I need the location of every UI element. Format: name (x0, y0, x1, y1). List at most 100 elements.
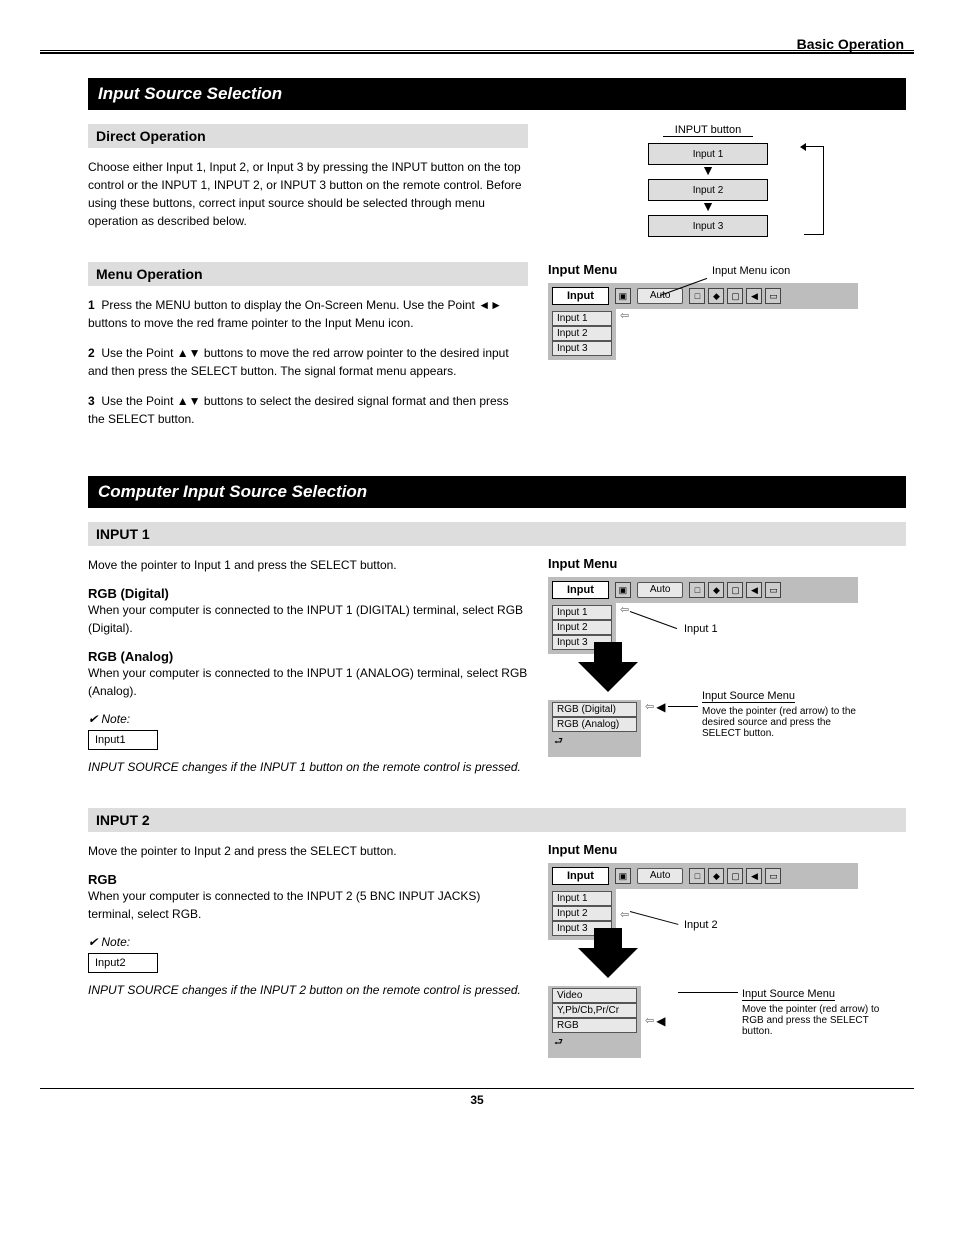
callout-3: Input 2 (684, 919, 718, 931)
menu-top-3: Input ▣ Auto □ ◆ ▢ ◀ ▭ (548, 863, 858, 889)
note-box-2: Input2 (88, 953, 158, 973)
callout-line-2 (630, 611, 677, 629)
input-menu-widget-1: Input ▣ Auto □ ◆ ▢ ◀ ▭ Input 1 Input 2 (548, 283, 858, 360)
icon3-c[interactable]: ▢ (727, 868, 743, 884)
rgb-digital-body: When your computer is connected to the I… (88, 601, 528, 637)
bar-computer-input: Computer Input Source Selection (88, 476, 906, 508)
submenu-label-1: Input Source Menu (702, 690, 795, 703)
header-rule (40, 50, 914, 54)
note-label-1: ✔ Note: (88, 712, 528, 726)
input1-heading: INPUT 1 (88, 522, 906, 546)
input2-intro: Move the pointer to Input 2 and press th… (88, 842, 528, 860)
m2-item2[interactable]: Input 2 (552, 620, 612, 635)
sub2-item3[interactable]: RGB (552, 1018, 637, 1033)
callout-line-3 (668, 706, 698, 707)
icon2-b[interactable]: ◆ (708, 582, 724, 598)
icon3-a[interactable]: □ (689, 868, 705, 884)
step1-text: Press the MENU button to display the On-… (88, 298, 502, 330)
menu-top-2: Input ▣ Auto □ ◆ ▢ ◀ ▭ (548, 577, 858, 603)
submenu-callout-2: Move the pointer (red arrow) to RGB and … (742, 1004, 882, 1037)
menu-list-1: Input 1 Input 2 Input 3 (548, 309, 616, 360)
icon-e[interactable]: ▭ (765, 288, 781, 304)
menu-item-input3[interactable]: Input 3 (552, 341, 612, 356)
note-body-2: INPUT SOURCE changes if the INPUT 2 butt… (88, 981, 528, 999)
input-icon-3[interactable]: ▣ (615, 868, 631, 884)
section-header: Basic Operation (797, 36, 904, 52)
sub1-item2[interactable]: RGB (Analog) (552, 717, 637, 732)
input2-row: Move the pointer to Input 2 and press th… (88, 842, 906, 1058)
step3-text: Use the Point ▲▼ buttons to select the d… (88, 394, 509, 426)
input-menu-title-3: Input Menu (548, 842, 906, 857)
menu-item-input2[interactable]: Input 2 (552, 326, 612, 341)
icon-c[interactable]: ▢ (727, 288, 743, 304)
icon-d[interactable]: ◀ (746, 288, 762, 304)
sub2-item1[interactable]: Video (552, 988, 637, 1003)
back-icon-2[interactable]: ⮐ (552, 1033, 637, 1054)
bar-input-source: Input Source Selection (88, 78, 906, 110)
submenu-list-2: Video Y,Pb/Cb,Pr/Cr RGB ⮐ (548, 986, 641, 1058)
toolbar-icons-2: □ ◆ ▢ ◀ ▭ (689, 582, 781, 598)
direct-operation-heading: Direct Operation (88, 124, 528, 148)
input-icon[interactable]: ▣ (615, 288, 631, 304)
toolbar-icons-1: □ ◆ ▢ ◀ ▭ (689, 288, 781, 304)
icon3-d[interactable]: ◀ (746, 868, 762, 884)
flow-loop (804, 146, 824, 235)
menu-operation-heading: Menu Operation (88, 262, 528, 286)
menu-step-3: 3 Use the Point ▲▼ buttons to select the… (88, 392, 528, 428)
flow-label: INPUT button (663, 124, 753, 137)
input1-row: Move the pointer to Input 1 and press th… (88, 556, 906, 788)
flow-arrow-2: ▼ (608, 201, 808, 215)
page-number: 35 (470, 1093, 483, 1107)
callout-line-4 (630, 911, 679, 925)
m3-item1[interactable]: Input 1 (552, 891, 612, 906)
flow-arrow-1: ▼ (608, 165, 808, 179)
submenu-callout-1: Move the pointer (red arrow) to the desi… (702, 706, 862, 739)
menu-step-2: 2 Use the Point ▲▼ buttons to move the r… (88, 344, 528, 380)
pointer-arrow-sub2: ⇦ (645, 1014, 654, 1027)
auto-pill-3[interactable]: Auto (637, 868, 684, 884)
note-label-2: ✔ Note: (88, 935, 528, 949)
rgb-analog-body: When your computer is connected to the I… (88, 664, 528, 700)
input-menu-title-2: Input Menu (548, 556, 906, 571)
back-icon-1[interactable]: ⮐ (552, 732, 637, 753)
icon2-d[interactable]: ◀ (746, 582, 762, 598)
callout-2: Input 1 (684, 623, 718, 635)
input-icon-2[interactable]: ▣ (615, 582, 631, 598)
icon3-b[interactable]: ◆ (708, 868, 724, 884)
flow-diagram: INPUT button Input 1 ▼ Input 2 ▼ Input 3 (608, 124, 808, 237)
note-box-1: Input1 (88, 730, 158, 750)
sub2-item2[interactable]: Y,Pb/Cb,Pr/Cr (552, 1003, 637, 1018)
menu-top-1: Input ▣ Auto □ ◆ ▢ ◀ ▭ (548, 283, 858, 309)
step2-text: Use the Point ▲▼ buttons to move the red… (88, 346, 509, 378)
icon2-e[interactable]: ▭ (765, 582, 781, 598)
direct-operation-body: Choose either Input 1, Input 2, or Input… (88, 158, 528, 230)
icon2-a[interactable]: □ (689, 582, 705, 598)
toolbar-icons-3: □ ◆ ▢ ◀ ▭ (689, 868, 781, 884)
pointer-arrow-1: ⇦ (620, 309, 629, 322)
icon2-c[interactable]: ▢ (727, 582, 743, 598)
icon-a[interactable]: □ (689, 288, 705, 304)
submenu-label-2: Input Source Menu (742, 988, 835, 1001)
m2-item1[interactable]: Input 1 (552, 605, 612, 620)
icon3-e[interactable]: ▭ (765, 868, 781, 884)
big-arrow-2 (578, 948, 638, 978)
auto-pill-1[interactable]: Auto (637, 288, 684, 304)
input1-intro: Move the pointer to Input 1 and press th… (88, 556, 528, 574)
auto-pill-2[interactable]: Auto (637, 582, 684, 598)
rgb-label: RGB (88, 872, 528, 887)
input2-heading: INPUT 2 (88, 808, 906, 832)
flow-box-3: Input 3 (648, 215, 768, 237)
menu-box-label-2: Input (552, 581, 609, 599)
pointer-arrow-2: ⇦ (620, 603, 629, 616)
menu-step-1: 1 Press the MENU button to display the O… (88, 296, 528, 332)
m3-item2[interactable]: Input 2 (552, 906, 612, 921)
submenu-list-1: RGB (Digital) RGB (Analog) ⮐ (548, 700, 641, 757)
sub1-item1[interactable]: RGB (Digital) (552, 702, 637, 717)
menu-item-input1[interactable]: Input 1 (552, 311, 612, 326)
black-arrow-1: ◀ (656, 700, 665, 714)
icon-b[interactable]: ◆ (708, 288, 724, 304)
callout-line-5 (678, 992, 738, 993)
rgb-body: When your computer is connected to the I… (88, 887, 528, 923)
big-arrow-1 (578, 662, 638, 692)
menu-box-label-3: Input (552, 867, 609, 885)
